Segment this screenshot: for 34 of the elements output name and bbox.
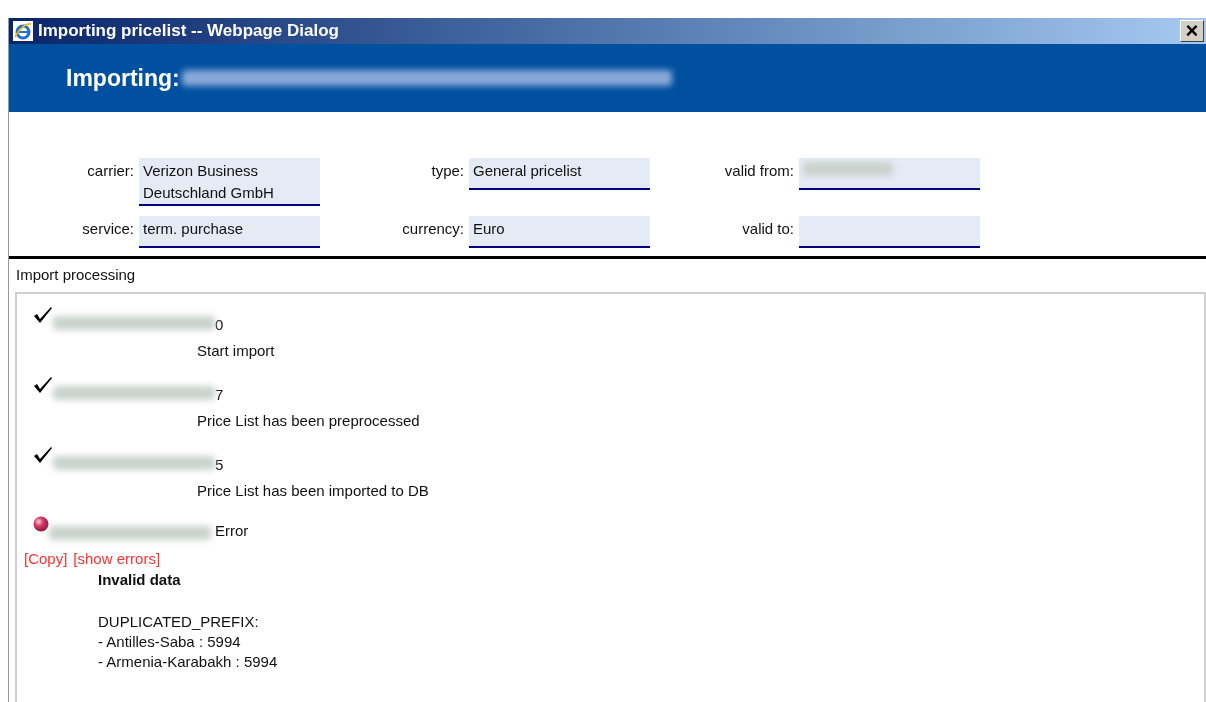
error-title: Invalid data — [98, 570, 182, 590]
field-label: valid to: — [741, 219, 794, 239]
field-label: carrier: — [86, 161, 134, 181]
error-line: DUPLICATED_PREFIX: — [98, 612, 260, 632]
error-line: - Antilles-Saba : 5994 — [98, 632, 242, 652]
error-ball-icon — [33, 515, 49, 532]
input-field[interactable] — [799, 158, 980, 190]
input-field[interactable] — [799, 216, 980, 248]
input-field[interactable]: term. purchase — [139, 216, 320, 248]
field-label: type: — [430, 161, 464, 181]
browser-logo-icon — [13, 21, 33, 41]
close-button[interactable]: × — [1180, 20, 1204, 42]
window-title: Importing pricelist -- Webpage Dialog — [38, 20, 339, 43]
input-field[interactable]: General pricelist — [469, 158, 650, 190]
header-title: Importing: — [66, 63, 180, 93]
step-code: 0 — [215, 314, 224, 335]
step-code: 7 — [215, 384, 224, 405]
input-field[interactable]: Verizon Business Deutschland GmbH — [139, 158, 320, 206]
action-link[interactable]: [show errors] — [73, 547, 161, 570]
section-title: Import processing — [15, 265, 137, 285]
error-line: - Armenia-Karabakh : 5994 — [98, 652, 279, 672]
action-link[interactable]: [Copy] — [24, 547, 68, 570]
field-label: valid from: — [723, 161, 794, 181]
field-label: currency: — [401, 219, 464, 239]
input-field[interactable]: Euro — [469, 216, 650, 248]
step-message: Start import — [196, 340, 276, 361]
check-icon — [33, 305, 53, 324]
field-label: service: — [81, 219, 134, 239]
check-icon — [33, 445, 53, 464]
step-message: Price List has been imported to DB — [196, 480, 430, 501]
step-message: Error — [215, 520, 249, 541]
step-message: Price List has been preprocessed — [196, 410, 421, 431]
check-icon — [33, 375, 53, 394]
step-code: 5 — [215, 454, 224, 475]
